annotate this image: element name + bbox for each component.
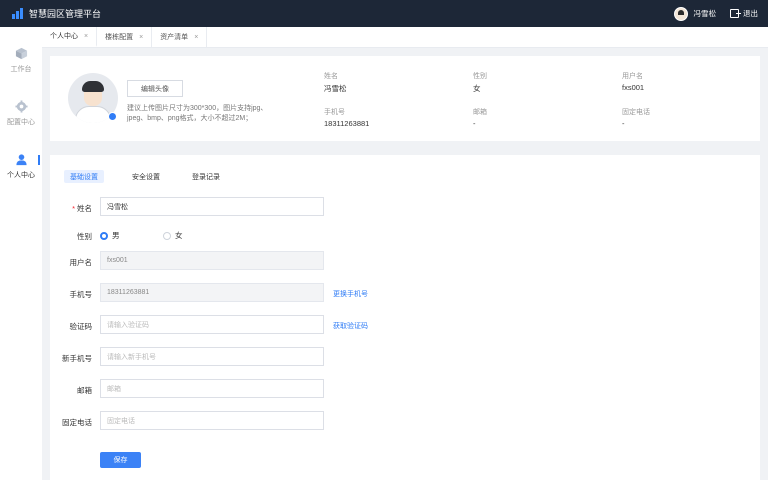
sidebar-item-workbench[interactable]: 工作台 [0,47,42,74]
name-label: * 姓名 [72,204,92,213]
camera-icon[interactable] [108,112,117,121]
active-indicator [38,155,40,165]
edit-avatar-button[interactable]: 编辑头像 [127,80,183,97]
new-phone-input[interactable]: 请输入新手机号 [100,347,324,366]
tab-login-records[interactable]: 登录记录 [186,170,226,183]
gear-icon [14,100,28,113]
tabs-divider [42,47,768,48]
avatar[interactable] [673,6,688,21]
sidebar: 工作台 配置中心 个人中心 [0,27,42,480]
sidebar-item-label: 个人中心 [7,172,35,179]
logout-button[interactable]: 退出 [743,8,758,19]
tab-basic-settings[interactable]: 基础设置 [64,170,104,183]
settings-card: 基础设置 安全设置 登录记录 * 姓名 冯雪松 性别 男 女 用户名 fxs001… [50,155,760,480]
sidebar-item-personal-center[interactable]: 个人中心 [0,153,42,180]
info-value-email: - [473,119,476,128]
bar-chart-logo-icon [12,8,23,19]
landline-label: 固定电话 [62,418,92,427]
page-tabs: 个人中心 × 楼栋配置 × 资产清单 × [42,27,768,47]
code-label: 验证码 [69,322,93,331]
phone-label: 手机号 [69,290,93,299]
code-input[interactable]: 请输入验证码 [100,315,324,334]
new-phone-label: 新手机号 [62,354,92,363]
app-logo: 智慧园区管理平台 [12,7,101,20]
info-label-username: 用户名 [622,73,643,80]
tab-personal-center[interactable]: 个人中心 × [42,27,98,47]
phone-input: 18311263881 [100,283,324,302]
gender-label: 性别 [77,232,92,241]
info-value-phone: 18311263881 [324,119,370,128]
logout-icon[interactable] [730,9,741,18]
avatar-upload-hint: 建议上传图片尺寸为300*300，图片支持jpg、jpeg、bmp、png格式，… [127,105,268,122]
name-input[interactable]: 冯雪松 [100,197,324,216]
email-input[interactable]: 邮箱 [100,379,324,398]
sidebar-item-label: 工作台 [10,66,32,73]
username-label: 用户名 [69,258,93,267]
change-phone-link[interactable]: 更换手机号 [333,289,368,299]
username-input: fxs001 [100,251,324,270]
info-value-username: fxs001 [622,83,645,92]
get-code-link[interactable]: 获取验证码 [333,321,368,331]
radio-selected-icon [100,231,108,240]
gender-radio-female[interactable]: 女 [163,230,183,241]
radio-unselected-icon [163,231,171,240]
tab-building-config[interactable]: 楼栋配置 × [97,27,153,47]
info-value-gender: 女 [473,84,481,93]
app-title: 智慧园区管理平台 [29,9,102,19]
landline-input[interactable]: 固定电话 [100,411,324,430]
cube-icon [15,47,27,60]
sidebar-item-label: 配置中心 [7,119,35,126]
info-label-email: 邮箱 [473,109,487,116]
close-icon[interactable]: × [139,34,143,41]
info-label-name: 姓名 [324,73,338,80]
current-user-name[interactable]: 冯雪松 [694,8,717,19]
close-icon[interactable]: × [194,34,198,41]
save-button[interactable]: 保存 [100,452,141,468]
top-bar: 智慧园区管理平台 冯雪松 退出 [0,0,768,27]
gender-radio-male[interactable]: 男 [100,230,120,241]
sidebar-item-config[interactable]: 配置中心 [0,100,42,127]
email-label: 邮箱 [77,386,92,395]
profile-card: 编辑头像 建议上传图片尺寸为300*300，图片支持jpg、jpeg、bmp、p… [50,56,760,141]
info-label-phone: 手机号 [324,109,345,116]
info-label-gender: 性别 [473,73,487,80]
info-label-landline: 固定电话 [622,109,650,116]
user-icon [15,154,27,166]
tab-security-settings[interactable]: 安全设置 [126,170,166,183]
tab-asset-list[interactable]: 资产清单 × [152,27,208,47]
info-value-landline: - [622,119,625,128]
info-value-name: 冯雪松 [324,84,347,93]
close-icon[interactable]: × [84,33,88,40]
